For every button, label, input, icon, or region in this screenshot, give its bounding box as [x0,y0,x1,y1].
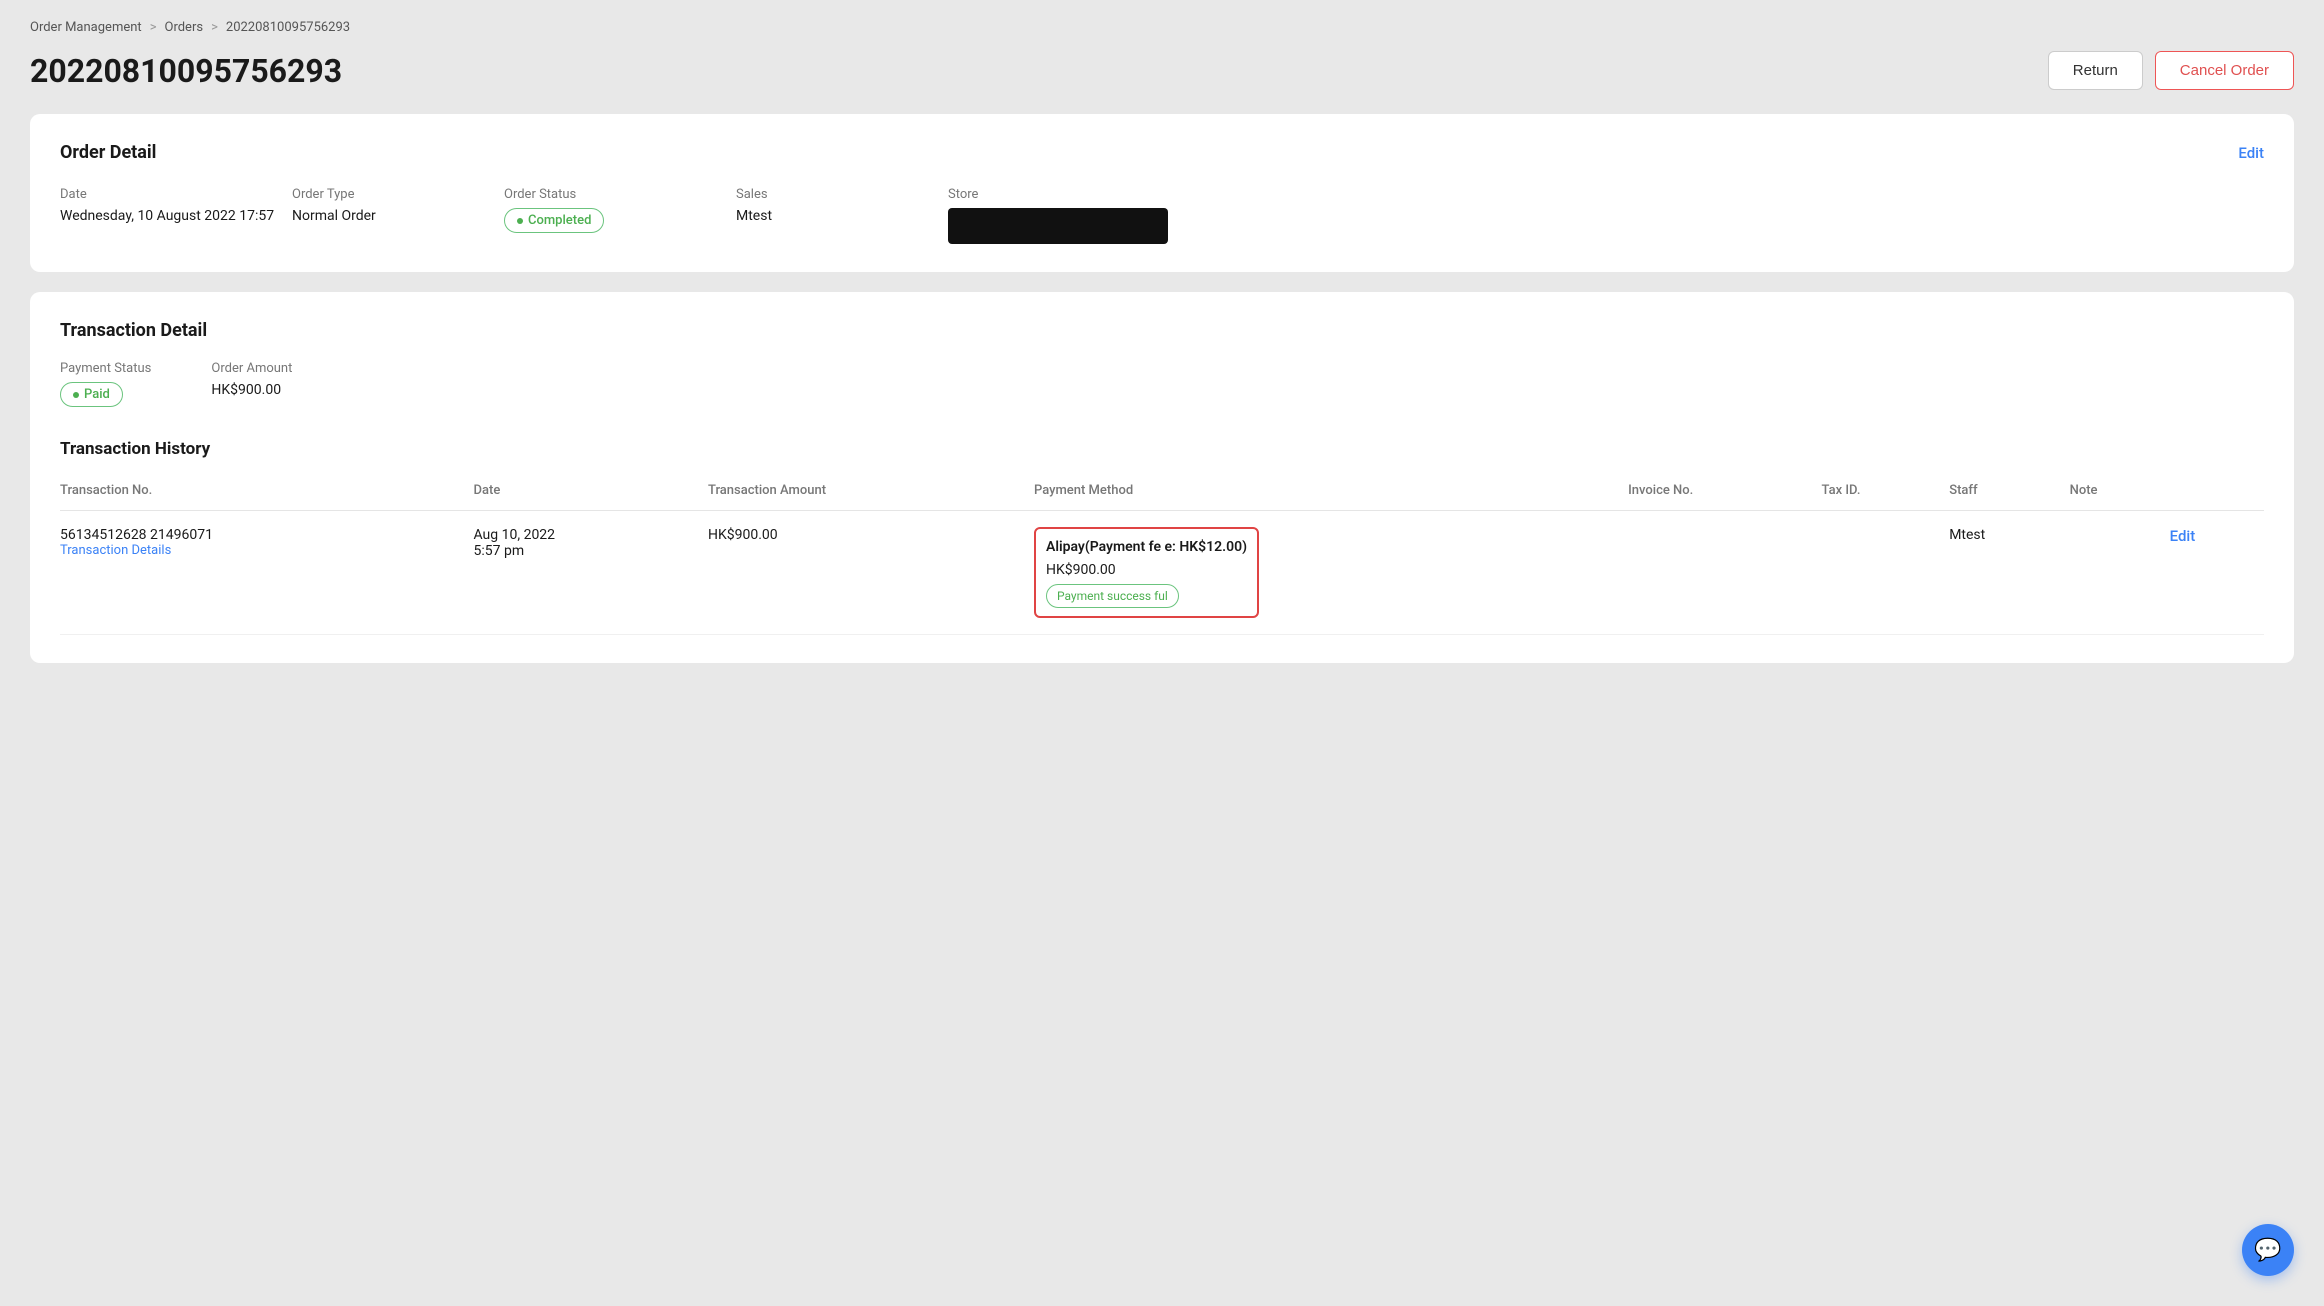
transaction-history-table: Transaction No. Date Transaction Amount … [60,475,2264,635]
breadcrumb-item-order-management[interactable]: Order Management [30,20,142,35]
payment-status-value: Paid [84,387,110,402]
order-detail-header: Order Detail Edit [60,142,2264,163]
th-action [2170,475,2264,511]
chat-icon: 💬 [2254,1238,2281,1263]
date-label: Date [60,187,280,202]
status-dot [517,218,523,224]
td-note [2070,511,2170,635]
breadcrumb-sep1: > [150,20,157,35]
order-type-field: Order Type Normal Order [292,187,492,244]
date-value: Wednesday, 10 August 2022 17:57 [60,208,280,224]
th-staff: Staff [1949,475,2069,511]
order-detail-title: Order Detail [60,142,156,163]
td-tax-id [1822,511,1950,635]
th-tax-id: Tax ID. [1822,475,1950,511]
td-row-edit[interactable]: Edit [2170,511,2264,635]
store-label: Store [948,187,2264,202]
order-detail-card: Order Detail Edit Date Wednesday, 10 Aug… [30,114,2294,272]
transaction-no-value: 56134512628 21496071 [60,527,462,543]
table-row: 56134512628 21496071 Transaction Details… [60,511,2264,635]
th-payment-method: Payment Method [1034,475,1628,511]
order-type-label: Order Type [292,187,492,202]
th-date: Date [474,475,708,511]
order-status-value: Completed [528,213,591,228]
td-invoice-no [1628,511,1821,635]
transaction-section-title: Transaction Detail [60,320,2264,341]
table-header-row: Transaction No. Date Transaction Amount … [60,475,2264,511]
payment-method-cell: Alipay(Payment fe e: HK$12.00) HK$900.00… [1034,527,1259,618]
breadcrumb-item-orders[interactable]: Orders [165,20,204,35]
td-amount: HK$900.00 [708,511,1034,635]
order-status-field: Order Status Completed [504,187,724,244]
page-header: 20220810095756293 Return Cancel Order [30,51,2294,90]
breadcrumb-item-order-id: 20220810095756293 [226,20,350,35]
payment-method-amount: HK$900.00 [1046,562,1247,578]
order-type-value: Normal Order [292,208,492,224]
paid-dot [73,392,79,398]
sales-value: Mtest [736,208,936,224]
row-date: Aug 10, 2022 [474,527,696,543]
payment-method-name: Alipay(Payment fe e: HK$12.00) [1046,537,1247,558]
order-status-badge: Completed [504,208,604,233]
chat-fab[interactable]: 💬 [2242,1224,2294,1276]
store-field: Store [948,187,2264,244]
td-date: Aug 10, 2022 5:57 pm [474,511,708,635]
td-staff: Mtest [1949,511,2069,635]
order-detail-edit-link[interactable]: Edit [2238,144,2264,162]
payment-status-field: Payment Status Paid [60,361,151,407]
order-detail-grid: Date Wednesday, 10 August 2022 17:57 Ord… [60,187,2264,244]
order-amount-label: Order Amount [211,361,292,376]
th-amount: Transaction Amount [708,475,1034,511]
order-amount-field: Order Amount HK$900.00 [211,361,292,407]
payment-status-label: Payment Status [60,361,151,376]
row-time: 5:57 pm [474,543,696,559]
transaction-meta: Payment Status Paid Order Amount HK$900.… [60,361,2264,407]
transaction-detail-card: Transaction Detail Payment Status Paid O… [30,292,2294,663]
header-actions: Return Cancel Order [2048,51,2294,90]
store-value-redacted [948,208,1168,244]
cancel-order-button[interactable]: Cancel Order [2155,51,2294,90]
td-payment-method: Alipay(Payment fe e: HK$12.00) HK$900.00… [1034,511,1628,635]
th-transaction-no: Transaction No. [60,475,474,511]
payment-status-badge: Paid [60,382,123,407]
payment-success-badge: Payment success ful [1046,584,1179,608]
date-field: Date Wednesday, 10 August 2022 17:57 [60,187,280,244]
page-title: 20220810095756293 [30,52,342,90]
th-invoice-no: Invoice No. [1628,475,1821,511]
return-button[interactable]: Return [2048,51,2143,90]
breadcrumb-sep2: > [211,20,218,35]
order-status-label: Order Status [504,187,724,202]
transaction-history-title: Transaction History [60,439,2264,459]
row-edit-link[interactable]: Edit [2170,527,2196,545]
order-amount-value: HK$900.00 [211,382,292,398]
th-note: Note [2070,475,2170,511]
sales-label: Sales [736,187,936,202]
breadcrumb: Order Management > Orders > 202208100957… [30,20,2294,35]
td-transaction-no: 56134512628 21496071 Transaction Details [60,511,474,635]
sales-field: Sales Mtest [736,187,936,244]
transaction-details-link[interactable]: Transaction Details [60,543,462,558]
